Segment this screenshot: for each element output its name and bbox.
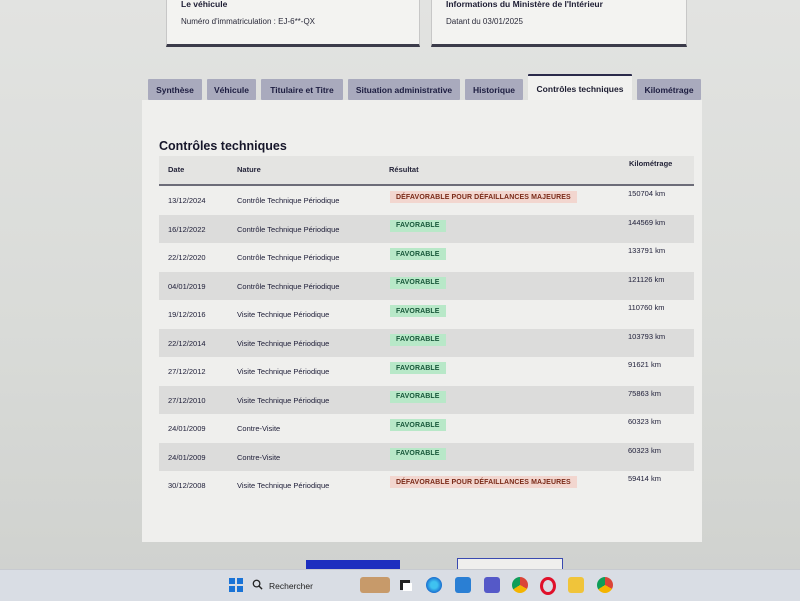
row-date: 27/12/2012 <box>168 367 206 376</box>
table-row: 24/01/2009 Contre-Visite FAVORABLE 60323 km <box>159 414 694 443</box>
column-header-date: Date <box>168 165 185 174</box>
ministry-info-card: Informations du Ministère de l'Intérieur… <box>431 0 687 47</box>
row-nature: Visite Technique Périodique <box>237 395 330 405</box>
row-nature: Visite Technique Périodique <box>237 338 330 348</box>
table-row: 13/12/2024 Contrôle Technique Périodique D… <box>159 186 694 215</box>
row-date: 16/12/2022 <box>168 224 206 234</box>
row-nature: Contrôle Technique Périodique <box>237 196 340 205</box>
row-date: 24/01/2009 <box>168 424 206 433</box>
table-row: 27/12/2012 Visite Technique Périodique FAV… <box>159 357 694 386</box>
row-kilometrage: 150704 km <box>628 189 666 198</box>
tab-synthese[interactable]: Synthèse <box>148 79 202 100</box>
result-badge: FAVORABLE <box>390 447 446 460</box>
row-date: 27/12/2010 <box>168 395 206 405</box>
chrome-badge-icon[interactable] <box>597 577 613 593</box>
result-badge: FAVORABLE <box>390 333 446 346</box>
tab-kilometrage[interactable]: Kilométrage <box>637 79 701 100</box>
taskbar: Rechercher <box>0 569 800 601</box>
row-date: 13/12/2024 <box>168 196 206 205</box>
row-kilometrage: 60323 km <box>628 445 661 455</box>
table-row: 30/12/2008 Visite Technique Périodique DÉF… <box>159 471 694 500</box>
chrome-icon[interactable] <box>512 577 528 593</box>
row-date: 30/12/2008 <box>168 481 206 490</box>
column-header-nature: Nature <box>237 165 261 174</box>
row-nature: Contrôle Technique Périodique <box>237 253 340 262</box>
result-badge: FAVORABLE <box>390 362 446 374</box>
row-nature: Contrôle Technique Périodique <box>237 281 340 291</box>
opera-icon[interactable] <box>540 577 556 595</box>
tab-historique[interactable]: Historique <box>465 79 523 100</box>
content-panel: Contrôles techniques Date Nature Résulta… <box>142 100 702 542</box>
ministry-info-title: Informations du Ministère de l'Intérieur <box>446 0 603 9</box>
row-kilometrage: 103793 km <box>628 331 666 341</box>
row-date: 22/12/2014 <box>168 338 206 348</box>
table-header: Date Nature Résultat Kilométrage <box>159 156 694 186</box>
vehicle-card: Le véhicule Numéro d'immatriculation : E… <box>166 0 420 47</box>
row-nature: Visite Technique Périodique <box>237 310 330 319</box>
row-kilometrage: 144569 km <box>628 217 666 227</box>
row-kilometrage: 60323 km <box>628 417 661 426</box>
row-kilometrage: 91621 km <box>628 360 661 369</box>
row-date: 24/01/2009 <box>168 452 206 462</box>
tab-controles-techniques[interactable]: Contrôles techniques <box>528 74 632 102</box>
result-badge: FAVORABLE <box>390 390 446 403</box>
table-row: 16/12/2022 Contrôle Technique Périodique F… <box>159 214 694 243</box>
row-kilometrage: 133791 km <box>628 246 666 255</box>
table-row: 24/01/2009 Contre-Visite FAVORABLE 60323 km <box>159 442 694 471</box>
task-view-icon[interactable] <box>398 577 414 593</box>
row-nature: Visite Technique Périodique <box>237 367 330 376</box>
tab-titulaire-titre[interactable]: Titulaire et Titre <box>261 79 343 100</box>
result-badge: FAVORABLE <box>390 419 446 431</box>
row-date: 04/01/2019 <box>168 281 206 291</box>
taskbar-search[interactable]: Rechercher <box>252 576 338 595</box>
row-nature: Contre-Visite <box>237 424 281 433</box>
table-row: 22/12/2020 Contrôle Technique Périodique F… <box>159 243 694 272</box>
result-badge: FAVORABLE <box>390 248 446 260</box>
file-explorer-icon[interactable] <box>568 577 584 593</box>
result-badge: DÉFAVORABLE POUR DÉFAILLANCES MAJEURES <box>390 476 577 488</box>
ministry-info-date: Datant du 03/01/2025 <box>446 17 523 26</box>
table-row: 22/12/2014 Visite Technique Périodique FAV… <box>159 328 694 357</box>
table-row: 19/12/2016 Visite Technique Périodique FAV… <box>159 300 694 329</box>
store-icon[interactable] <box>455 577 471 593</box>
table-row: 04/01/2019 Contrôle Technique Périodique F… <box>159 271 694 300</box>
row-nature: Contre-Visite <box>237 452 281 462</box>
tab-vehicule[interactable]: Véhicule <box>207 79 256 100</box>
registration-number: Numéro d'immatriculation : EJ-6**-QX <box>181 17 316 26</box>
row-date: 19/12/2016 <box>168 310 206 319</box>
column-header-result: Résultat <box>389 165 419 174</box>
column-header-km: Kilométrage <box>629 159 673 168</box>
windows-start-icon[interactable] <box>228 577 244 593</box>
widgets-icon[interactable] <box>360 577 390 593</box>
search-placeholder: Rechercher <box>269 580 313 591</box>
row-kilometrage: 121126 km <box>628 274 665 284</box>
row-kilometrage: 110760 km <box>628 303 665 312</box>
table-row: 27/12/2010 Visite Technique Périodique FAV… <box>159 385 694 414</box>
row-kilometrage: 59414 km <box>628 474 661 483</box>
result-badge: FAVORABLE <box>390 276 446 289</box>
teams-icon[interactable] <box>484 577 500 593</box>
section-title: Contrôles techniques <box>159 139 287 153</box>
vehicle-card-title: Le véhicule <box>181 0 228 9</box>
row-date: 22/12/2020 <box>168 253 206 262</box>
inspections-table-body: 13/12/2024 Contrôle Technique Périodique D… <box>159 186 694 500</box>
search-icon <box>252 577 263 595</box>
row-kilometrage: 75863 km <box>628 388 661 398</box>
row-nature: Contrôle Technique Périodique <box>237 224 340 234</box>
row-nature: Visite Technique Périodique <box>237 481 330 490</box>
result-badge: FAVORABLE <box>390 305 446 317</box>
result-badge: FAVORABLE <box>390 219 446 232</box>
edge-icon[interactable] <box>426 577 442 593</box>
result-badge: DÉFAVORABLE POUR DÉFAILLANCES MAJEURES <box>390 191 577 203</box>
tab-situation-administrative[interactable]: Situation administrative <box>348 79 460 100</box>
